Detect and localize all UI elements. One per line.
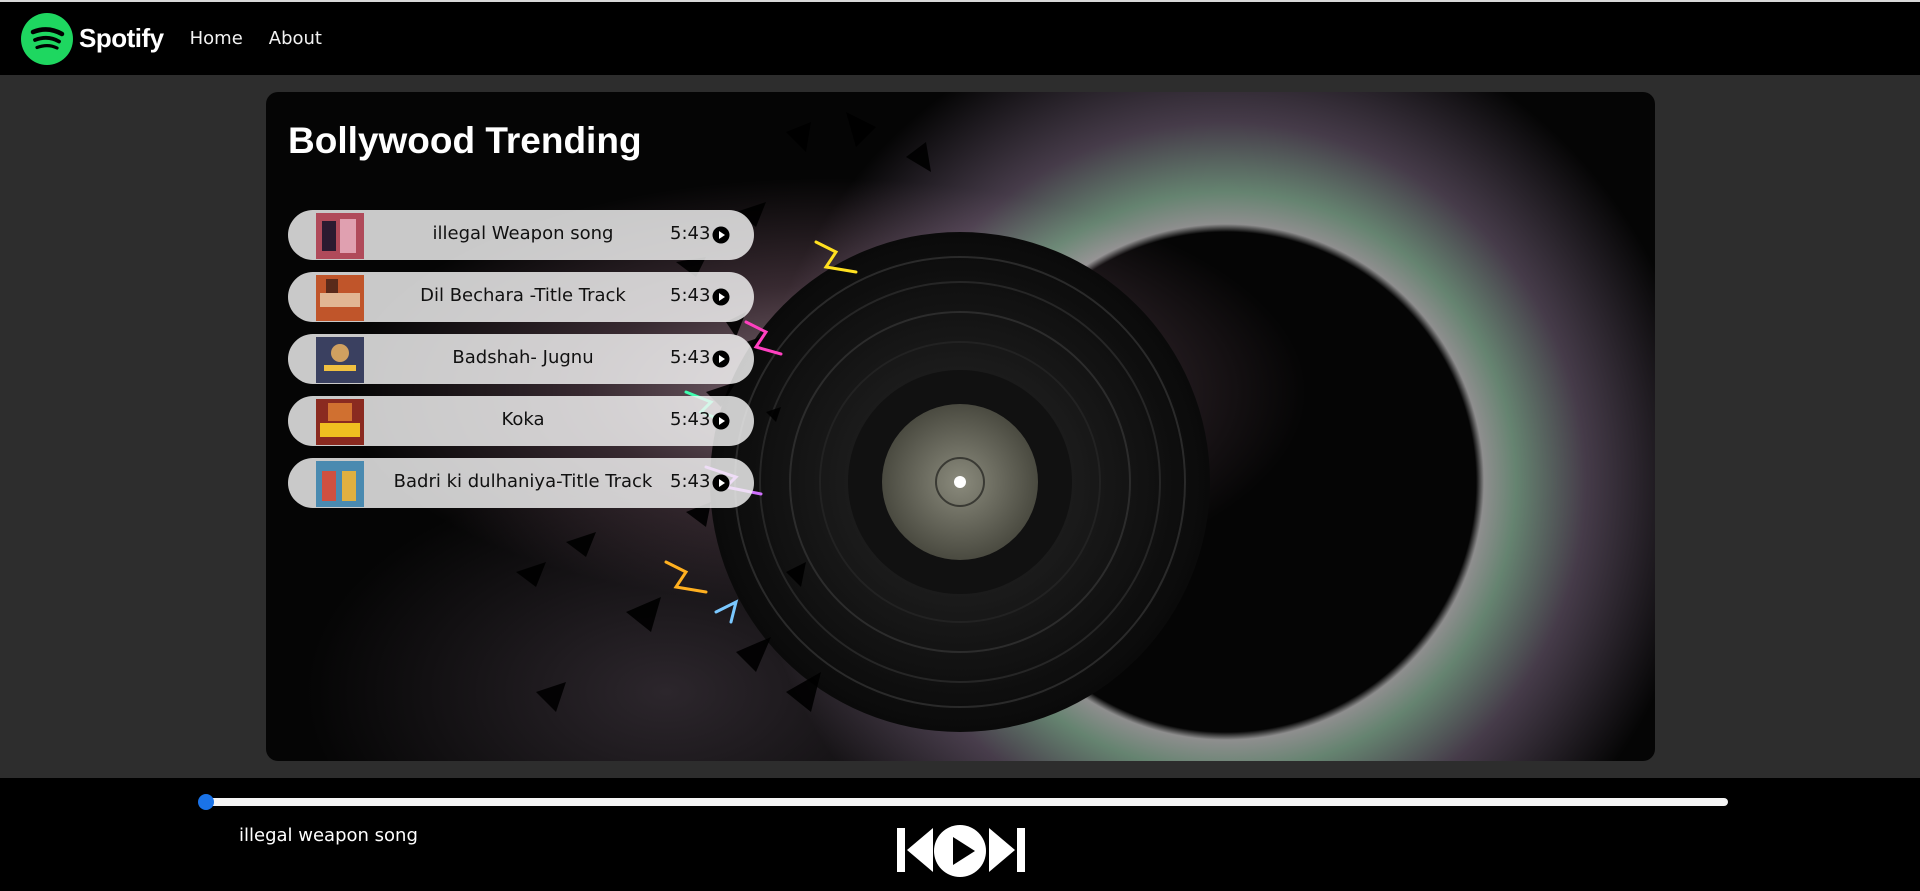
nav-link-about[interactable]: About <box>269 28 322 49</box>
song-item[interactable]: Koka 5:43 <box>288 396 754 446</box>
song-title: Badshah- Jugnu <box>452 347 594 368</box>
page-title: Bollywood Trending <box>288 120 642 161</box>
progress-slider[interactable] <box>198 794 1728 810</box>
song-title: illegal Weapon song <box>432 223 614 244</box>
player-bar: illegal weapon song <box>0 778 1920 891</box>
album-art <box>316 399 364 445</box>
navbar: Spotify Home About <box>0 0 1920 75</box>
album-art <box>316 275 364 321</box>
song-title: Koka <box>501 409 545 430</box>
play-icon[interactable] <box>712 226 730 244</box>
brand-name: Spotify <box>79 23 164 53</box>
spotify-logo-icon <box>21 12 73 65</box>
playback-controls <box>895 824 1027 882</box>
song-item[interactable]: illegal Weapon song 5:43 <box>288 210 754 260</box>
hero-card: Bollywood Trending illegal Weapon song 5… <box>266 92 1655 761</box>
song-item[interactable]: Dil Bechara -Title Track 5:43 <box>288 272 754 322</box>
previous-icon[interactable] <box>895 826 935 874</box>
now-playing-title: illegal weapon song <box>239 825 418 846</box>
play-icon[interactable] <box>712 412 730 430</box>
progress-slider-thumb[interactable] <box>198 794 214 810</box>
brand[interactable]: Spotify <box>21 12 164 65</box>
song-title: Badri ki dulhaniya-Title Track <box>393 471 653 492</box>
song-list: illegal Weapon song 5:43 Dil Bechara -Ti… <box>288 210 754 520</box>
play-icon[interactable] <box>712 288 730 306</box>
song-duration: 5:43 <box>670 409 711 430</box>
play-icon[interactable] <box>712 350 730 368</box>
album-art <box>316 461 364 507</box>
song-item[interactable]: Badri ki dulhaniya-Title Track 5:43 <box>288 458 754 508</box>
song-duration: 5:43 <box>670 471 711 492</box>
next-icon[interactable] <box>987 826 1027 874</box>
song-duration: 5:43 <box>670 223 711 244</box>
song-duration: 5:43 <box>670 285 711 306</box>
nav-link-home[interactable]: Home <box>190 28 243 49</box>
play-icon[interactable] <box>933 824 987 878</box>
album-art <box>316 337 364 383</box>
song-title: Dil Bechara -Title Track <box>420 285 626 306</box>
song-duration: 5:43 <box>670 347 711 368</box>
album-art <box>316 213 364 259</box>
song-item[interactable]: Badshah- Jugnu 5:43 <box>288 334 754 384</box>
play-icon[interactable] <box>712 474 730 492</box>
